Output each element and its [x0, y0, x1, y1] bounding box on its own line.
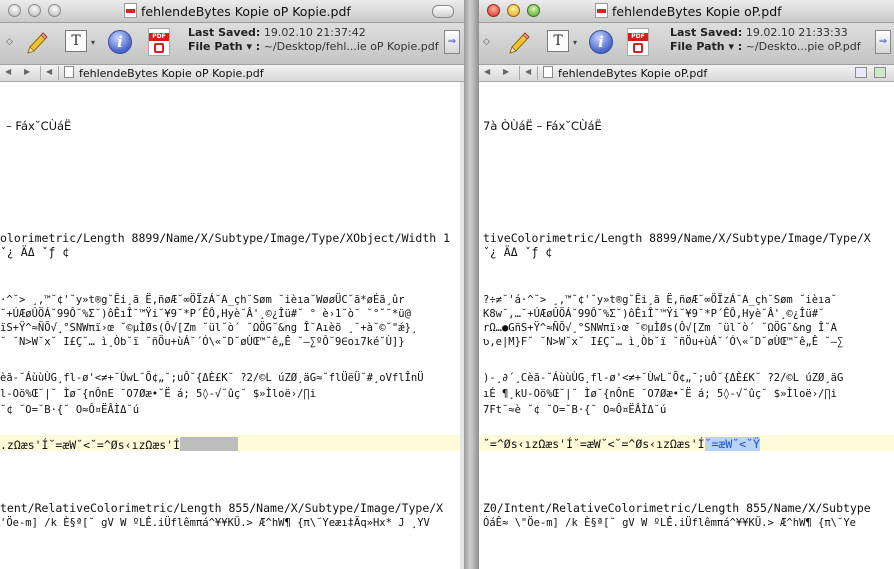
left-tab-bar: ◀ ▶ ◀ fehlendeBytes Kopie oP Kopie.pdf	[0, 65, 464, 82]
right-nav-arrow-icon[interactable]: ◀	[525, 67, 531, 76]
left-last-saved-label: Last Saved:	[188, 26, 261, 39]
right-tab-label: fehlendeBytes Kopie oP.pdf	[558, 67, 708, 80]
left-document-content[interactable]: – Fáx˘CÙáË olorimetric/Length 8899/Name/…	[0, 82, 464, 569]
left-document-window: fehlendeBytes Kopie oP Kopie.pdf ◇ T i P…	[0, 0, 464, 569]
left-window-title: fehlendeBytes Kopie oP Kopie.pdf	[124, 3, 351, 19]
right-info-icon[interactable]: i	[589, 30, 613, 54]
right-forward-arrow-icon[interactable]: ⇒	[875, 30, 891, 54]
left-file-meta: Last Saved: 19.02.10 21:37:42 File Path …	[188, 26, 439, 54]
right-document-content[interactable]: 7à ÒÙáË – Fáx˘CÙáË tiveColorimetric/Leng…	[479, 82, 894, 569]
left-pdf-icon[interactable]: PDF	[148, 28, 170, 56]
right-zoom-button[interactable]	[527, 4, 540, 17]
text-line-content: .zΩæs'Í˘=æW˘<˘=^Øs‹ızΩæs'Í	[0, 438, 181, 452]
right-title-bar[interactable]: fehlendeBytes Kopie oP.pdf	[479, 0, 894, 23]
left-last-saved-value: 19.02.10 21:37:42	[263, 26, 366, 39]
text-line: ˇ¿ ÄΔ ˇƒ ¢	[0, 245, 70, 259]
left-text-tool-icon[interactable]: T	[65, 30, 95, 53]
left-info-icon[interactable]: i	[108, 30, 132, 54]
right-view-menu-icon[interactable]	[855, 67, 867, 78]
right-text-tool-icon[interactable]: T	[547, 30, 577, 53]
right-file-path-label[interactable]: File Path ▾ :	[670, 40, 742, 53]
text-line: ıÉ ¶¸kU-Oö%Œ˘|˘ Ìø˘{nÔnE ˘O7Øæ•˘Ë á; 5◊-…	[483, 388, 838, 400]
left-next-tab-icon[interactable]: ▶	[24, 67, 30, 76]
left-title-text: fehlendeBytes Kopie oP Kopie.pdf	[141, 4, 351, 19]
left-zoom-button[interactable]	[48, 4, 61, 17]
right-tab-bar: ◀ ▶ ◀ fehlendeBytes Kopie oP.pdf	[479, 65, 894, 82]
text-line: ˘ ˘N>W˘x˘ I£Ç˘… ì¸Òb˘ï ˘ñÖu+ùÁ˘´Ó\«˘D˘øÙ…	[0, 336, 405, 348]
right-pdf-icon[interactable]: PDF	[627, 28, 649, 56]
right-diamond-icon[interactable]: ◇	[483, 37, 490, 47]
left-close-button[interactable]	[8, 4, 21, 17]
text-line: ˘+ÚÆøÛÖÁ˘99Ô˘%Σ˘)ôÊıÎ˘™Ÿi˘¥9˘*P´ÊÔ,Hyè˘Â…	[0, 308, 411, 320]
text-line: 7à ÒÙáË – Fáx˘CÙáË	[483, 119, 602, 133]
right-tab[interactable]: fehlendeBytes Kopie oP.pdf	[543, 66, 707, 80]
left-toolbar-toggle-button[interactable]	[432, 5, 454, 18]
text-line-content: ˘=^Øs‹ızΩæs'Í˘=æW˘<˘=^Øs‹ızΩæs'Í	[483, 437, 705, 451]
left-file-path-label[interactable]: File Path ▾ :	[188, 40, 260, 53]
left-tab-document-icon	[64, 66, 74, 78]
text-line: )-¸∂´¸Cèã-˘ÁùùÙG¸fl-ø'<≠+˘ÙwL˘Õ¢„˘;uÔ˘{Δ…	[483, 372, 844, 384]
left-pencil-icon[interactable]	[24, 29, 48, 57]
right-pencil-icon[interactable]	[506, 29, 530, 57]
text-line: ?÷≠˘'á·^˘> ¸,™˘¢'˘y»t®g˘Ëi¸ã Ë,ñøÆ˘∞ÖÏzÁ…	[483, 294, 838, 306]
left-diamond-icon[interactable]: ◇	[6, 37, 13, 47]
right-document-window: fehlendeBytes Kopie oP.pdf ◇ T i PDF Las…	[479, 0, 894, 569]
text-line: 7Ft˘≈è ˘¢ ˘O=˘B·{˘ O≈Ô¤ËÂÌΔ˘ú	[483, 404, 667, 416]
left-tab-label: fehlendeBytes Kopie oP Kopie.pdf	[79, 67, 264, 80]
text-line: rΩ…●GñS+Ÿ^≈ÑÕ√¸°SNWπï›œ ˘©µÌØs(Ô√[Zm ˘ül…	[483, 322, 838, 334]
right-close-button[interactable]	[487, 4, 500, 17]
left-prev-tab-icon[interactable]: ◀	[5, 67, 11, 76]
text-line: ·^˘> ¸,™˘¢'˘y»t®g˘Ëi¸ã Ë,ñøÆ˘∞ÖÏzÁ˘A_çh˘…	[0, 294, 405, 306]
left-minimize-button[interactable]	[28, 4, 41, 17]
text-line: 'Öe-m] /k È§ª[˘ gV W ºLÊ.iÜflêmπá^¥¥KÜ.>…	[0, 517, 430, 529]
right-toolbar: ◇ T i PDF Last Saved: 19.02.10 21:33:33 …	[479, 23, 894, 65]
right-window-title: fehlendeBytes Kopie oP.pdf	[595, 3, 782, 19]
right-file-meta: Last Saved: 19.02.10 21:33:33 File Path …	[670, 26, 861, 54]
left-toolbar: ◇ T i PDF Last Saved: 19.02.10 21:37:42 …	[0, 23, 464, 65]
grey-selection	[180, 437, 239, 451]
left-tab[interactable]: fehlendeBytes Kopie oP Kopie.pdf	[64, 66, 264, 80]
pdf-document-icon	[595, 3, 608, 18]
left-file-path-value: ~/Desktop/fehl...ie oP Kopie.pdf	[263, 40, 439, 53]
right-file-path-value: ~/Deskto...pie oP.pdf	[745, 40, 861, 53]
right-last-saved-label: Last Saved:	[670, 26, 743, 39]
left-nav-arrow-icon[interactable]: ◀	[46, 67, 52, 76]
text-line: tent/RelativeColorimetric/Length 855/Nam…	[0, 501, 444, 515]
text-line: – Fáx˘CÙáË	[6, 119, 72, 133]
right-prev-tab-icon[interactable]: ◀	[484, 67, 490, 76]
text-line: ˇ¿ ÄΔ ˇƒ ¢	[483, 245, 553, 259]
left-forward-arrow-icon[interactable]: ⇒	[444, 30, 460, 54]
text-line: èã-˘ÁùùÙG¸fl-ø'<≠+˘ÙwL˘Õ¢„˘;uÔ˘{ΔÈ£K˘ ?2…	[0, 372, 424, 384]
pdf-document-icon	[124, 3, 137, 18]
text-line: ˘¢ ˘O=˘B·{˘ O≈Ô¤ËÂÌΔ˘ú	[0, 404, 140, 416]
blue-selection: ˘=æW˘<˘Ÿ	[704, 437, 760, 451]
split-divider[interactable]	[464, 0, 479, 569]
right-title-text: fehlendeBytes Kopie oP.pdf	[612, 4, 782, 19]
right-last-saved-value: 19.02.10 21:33:33	[745, 26, 848, 39]
text-line: ʋ,e|M}F˘ ˘N>W˘x˘ I£Ç˘… ì¸Òb˘ï ˘ñÖu+ùÁ˘´Ó…	[483, 336, 844, 348]
text-line: l-Oö%Œ˘|˘ Ìø˘{nÔnE ˘O7Øæ•˘Ë á; 5◊-√˘ûç˘ …	[0, 388, 317, 400]
text-line: tiveColorimetric/Length 8899/Name/X/Subt…	[483, 231, 871, 245]
text-line: olorimetric/Length 8899/Name/X/Subtype/I…	[0, 231, 451, 245]
text-line: ïS+Ÿ^≈ÑÕ√¸°SNWπï›œ ˘©µÌØs(Ô√[Zm ˘ül˘ò´ ˘…	[0, 322, 418, 334]
text-line: K8w˘,…˘+ÚÆøÛÖÁ˘99Ô˘%Σ˘)ôÊıÎ˘™Ÿi˘¥9˘*P´ÊÔ…	[483, 308, 825, 320]
right-minimize-button[interactable]	[507, 4, 520, 17]
right-bookmark-icon[interactable]	[874, 67, 886, 78]
right-next-tab-icon[interactable]: ▶	[503, 67, 509, 76]
text-line: ˘=^Øs‹ızΩæs'Í˘=æW˘<˘=^Øs‹ızΩæs'Í˘=æW˘<˘Ÿ	[483, 437, 760, 451]
left-title-bar[interactable]: fehlendeBytes Kopie oP Kopie.pdf	[0, 0, 464, 23]
right-tab-document-icon	[543, 66, 553, 78]
text-line: Z0/Intent/RelativeColorimetric/Length 85…	[483, 501, 871, 515]
text-line: ÓáÊ≈ \"Öe-m] /k È§ª[˘ gV W ºLÊ.iÜflêmπá^…	[483, 517, 856, 529]
text-line: .zΩæs'Í˘=æW˘<˘=^Øs‹ızΩæs'Í	[0, 437, 239, 452]
